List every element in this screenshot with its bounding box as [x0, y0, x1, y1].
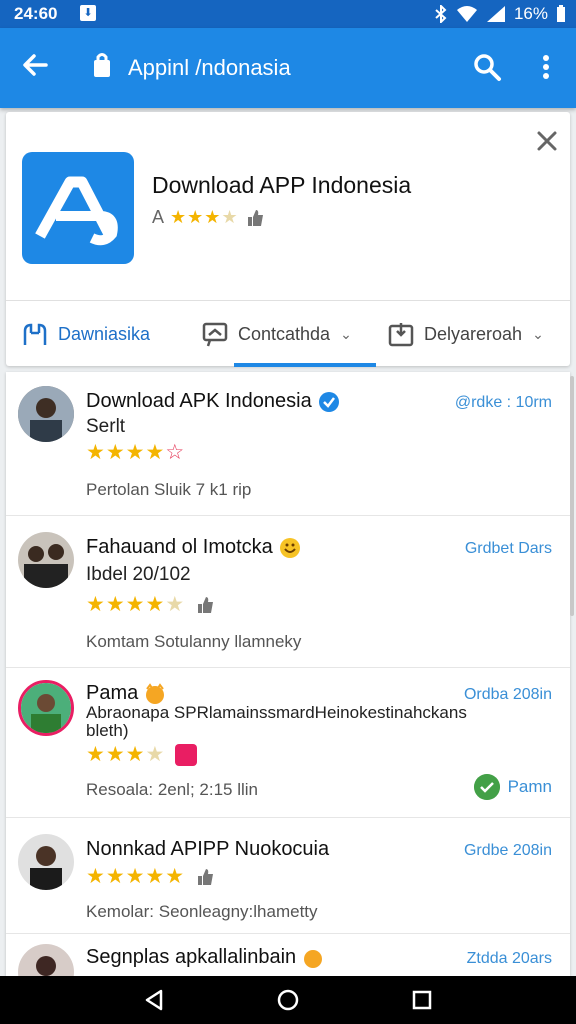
review-footer: Pertolan Sluik 7 k1 rip: [86, 480, 252, 499]
tab-bar: Dawniasika Contcathda ⌄ Delyareroah ⌄: [6, 300, 570, 367]
list-item[interactable]: Pama Abraonapa SPRlamainssmardHeinokesti…: [6, 668, 570, 818]
active-tab-indicator: [234, 363, 376, 367]
nav-recents-icon[interactable]: [410, 988, 434, 1012]
chat-icon: [202, 322, 228, 347]
check-circle-icon: [473, 774, 500, 800]
app-name: Download APP Indonesia: [152, 172, 412, 198]
reviewer-name: Segnplas apkallalinbain: [86, 946, 324, 969]
review-stars: ★★★★★: [86, 864, 215, 889]
list-item[interactable]: Download APK Indonesia Serlt @rdke : 10r…: [6, 372, 570, 516]
app-rating-stars: ★★★★: [170, 207, 239, 227]
app-bar: Appinl /ndonasia: [0, 28, 576, 108]
avatar: [18, 834, 74, 890]
chevron-down-icon: ⌄: [340, 325, 352, 342]
reviewer-subtitle: Serlt: [86, 416, 126, 437]
app-rating: A ★★★★: [152, 207, 265, 228]
reviewer-subtitle: Ibdel 20/102: [86, 564, 191, 585]
like-icon[interactable]: [245, 208, 265, 228]
notification-icon: ⬇: [80, 5, 96, 21]
download-icon: [23, 323, 47, 345]
tab-delyareroah[interactable]: Delyareroah ⌄: [388, 301, 544, 367]
nav-back-icon[interactable]: [142, 988, 166, 1012]
tab-label: Dawniasika: [58, 323, 151, 344]
review-stars: ★★★★: [86, 742, 198, 767]
app-logo-icon: [35, 176, 118, 246]
status-time: 24:60: [14, 4, 58, 23]
review-stars: ★★★★☆: [86, 441, 186, 464]
review-footer: Kemolar: Seonleagny:lhametty: [86, 902, 318, 921]
tab-label: Contcathda: [238, 323, 331, 344]
emoji-icon: [304, 949, 323, 968]
app-bar-title: Appinl /ndonasia: [128, 55, 291, 80]
bag-icon: [94, 53, 110, 77]
avatar: [18, 944, 74, 976]
status-bar: 24:60 ⬇ 16%: [0, 0, 576, 28]
tag-icon: [175, 743, 198, 766]
review-date: Ordba 208in: [463, 686, 552, 703]
reviewer-name: Nonnkad APIPP Nuokocuia: [86, 838, 330, 860]
review-date: @rdke : 10rm: [454, 394, 552, 411]
chevron-down-icon: ⌄: [532, 325, 544, 342]
app-info-card: Download APP Indonesia A ★★★★ Dawniasika…: [6, 112, 570, 367]
tab-download[interactable]: Dawniasika: [22, 301, 150, 367]
list-item[interactable]: Nonnkad APIPP Nuokocuia Grdbe 208in ★★★★…: [6, 818, 570, 934]
verified-icon: [318, 391, 339, 412]
list-item[interactable]: Fahauand ol Imotcka Ibdel 20/102 Grdbet …: [6, 516, 570, 668]
review-list[interactable]: Download APK Indonesia Serlt @rdke : 10r…: [6, 372, 570, 976]
rating-prefix: A: [152, 207, 165, 227]
wifi-icon: [456, 6, 477, 22]
tab-label: Delyareroah: [424, 323, 523, 344]
avatar: [18, 386, 74, 442]
review-stars: ★★★★★: [86, 592, 215, 617]
status-icons: 16%: [434, 4, 566, 24]
review-footer: Resoala: 2enl; 2:15 llin: [86, 780, 259, 799]
reviewer-name: Download APK Indonesia: [86, 390, 340, 413]
avatar: [18, 532, 74, 588]
battery-icon: [557, 5, 565, 22]
like-icon[interactable]: [195, 867, 215, 887]
review-date: Ztdda 20ars: [466, 950, 552, 967]
app-logo: [22, 152, 134, 264]
smile-emoji-icon: [279, 537, 300, 558]
reviewer-subtitle: Abraonapa SPRlamainssmardHeinokestinahck…: [86, 703, 467, 740]
review-footer: Komtam Sotulanny llamneky: [86, 632, 302, 651]
tab-contcathda[interactable]: Contcathda ⌄: [202, 301, 352, 367]
upload-icon: [388, 323, 414, 347]
bluetooth-icon: [435, 5, 447, 23]
reviewer-name: Pama: [86, 682, 166, 705]
cat-emoji-icon: [146, 682, 165, 704]
reviewer-name: Fahauand ol Imotcka: [86, 536, 301, 559]
review-date: Grdbe 208in: [463, 842, 552, 859]
system-nav-bar: [0, 976, 576, 1024]
battery-level: 16%: [513, 4, 548, 23]
list-item[interactable]: Segnplas apkallalinbain Ztdda 20ars: [6, 934, 570, 976]
nav-home-icon[interactable]: [276, 988, 300, 1012]
review-date: Grdbet Dars: [464, 540, 552, 557]
avatar: [18, 680, 74, 736]
status-badge[interactable]: Pamn: [473, 774, 552, 800]
more-vert-icon[interactable]: [534, 52, 558, 82]
signal-icon: [486, 6, 505, 22]
search-icon[interactable]: [472, 52, 502, 82]
close-icon[interactable]: [536, 130, 558, 152]
like-icon[interactable]: [195, 595, 215, 615]
scrollbar[interactable]: [570, 376, 574, 616]
back-arrow-icon[interactable]: [20, 50, 50, 80]
